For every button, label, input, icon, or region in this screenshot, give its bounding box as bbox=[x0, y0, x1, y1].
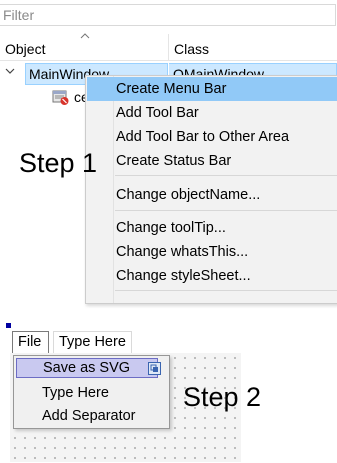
column-header-class[interactable]: Class bbox=[174, 41, 209, 57]
context-menu: Create Menu Bar Add Tool Bar Add Tool Ba… bbox=[85, 75, 337, 304]
menu-item-change-stylesheet[interactable]: Change styleSheet... bbox=[87, 264, 337, 288]
menubar-item-file[interactable]: File bbox=[12, 331, 49, 353]
dropdown-item-save-as-svg[interactable]: Save as SVG bbox=[16, 358, 161, 378]
dropdown-item-add-separator[interactable]: Add Separator bbox=[16, 406, 158, 426]
menu-item-change-objectname[interactable]: Change objectName... bbox=[87, 183, 337, 207]
selection-handle[interactable] bbox=[6, 323, 11, 328]
menu-item-create-status-bar[interactable]: Create Status Bar bbox=[87, 149, 337, 173]
menu-separator bbox=[115, 175, 337, 176]
step-1-label: Step 1 bbox=[19, 148, 98, 178]
column-header-object[interactable]: Object bbox=[5, 41, 45, 57]
column-divider[interactable] bbox=[168, 34, 169, 60]
filter-field[interactable] bbox=[0, 4, 336, 26]
widget-icon bbox=[52, 90, 69, 105]
menu-item-create-menu-bar[interactable]: Create Menu Bar bbox=[87, 77, 337, 101]
menu-item-change-whatsthis[interactable]: Change whatsThis... bbox=[87, 240, 337, 264]
dropdown-item-label: Save as SVG bbox=[43, 360, 131, 376]
action-badge-icon[interactable] bbox=[148, 362, 161, 375]
menu-separator bbox=[115, 290, 337, 291]
filter-input[interactable] bbox=[0, 5, 335, 25]
step-2-label: Step 2 bbox=[183, 382, 262, 412]
menu-item-add-tool-bar[interactable]: Add Tool Bar bbox=[87, 101, 337, 125]
dropdown-item-type-here[interactable]: Type Here bbox=[16, 383, 158, 403]
menubar-item-type-here[interactable]: Type Here bbox=[53, 331, 132, 353]
sort-arrow-icon[interactable] bbox=[80, 32, 90, 40]
menu-item-add-tool-bar-other-area[interactable]: Add Tool Bar to Other Area bbox=[87, 125, 337, 149]
inspector-header: Object Class bbox=[0, 32, 337, 61]
menu-item-change-tooltip[interactable]: Change toolTip... bbox=[87, 216, 337, 240]
file-dropdown-menu: Save as SVG Type Here Add Separator bbox=[13, 355, 170, 429]
menu-separator bbox=[115, 210, 337, 211]
chevron-down-icon[interactable] bbox=[5, 66, 15, 76]
